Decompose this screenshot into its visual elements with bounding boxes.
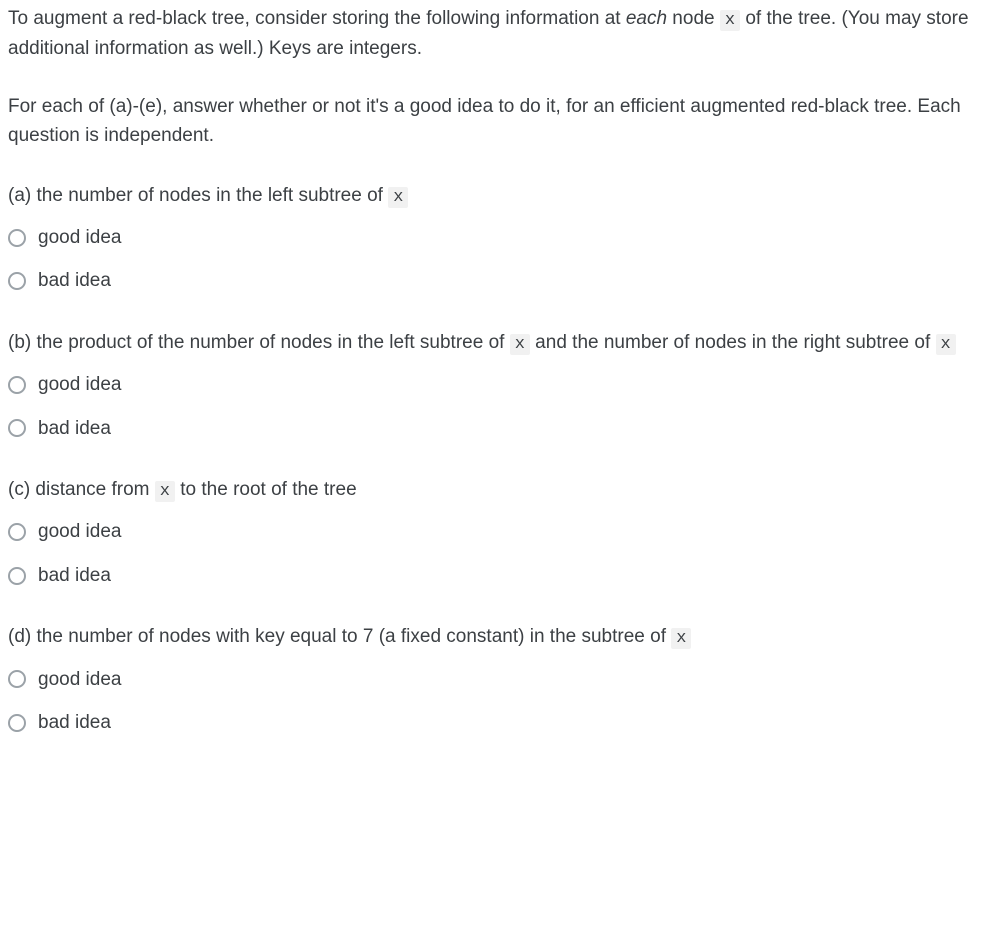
option-label-bad: bad idea [38,561,111,590]
option-a-good[interactable]: good idea [8,223,984,252]
question-d-prefix: (d) the number of nodes with key equal t… [8,626,671,647]
radio-icon [8,567,26,585]
question-d-text: (d) the number of nodes with key equal t… [8,622,984,652]
option-c-good[interactable]: good idea [8,517,984,546]
option-label-bad: bad idea [38,266,111,295]
option-label-good: good idea [38,223,121,252]
question-a: (a) the number of nodes in the left subt… [8,181,984,296]
code-var-x: x [388,187,408,208]
option-label-good: good idea [38,517,121,546]
option-d-good[interactable]: good idea [8,665,984,694]
question-a-prefix: (a) the number of nodes in the left subt… [8,185,388,206]
code-var-x: x [720,10,740,31]
radio-icon [8,272,26,290]
option-label-bad: bad idea [38,708,111,737]
question-a-text: (a) the number of nodes in the left subt… [8,181,984,211]
question-c-suffix: to the root of the tree [175,479,357,500]
radio-icon [8,523,26,541]
option-c-bad[interactable]: bad idea [8,561,984,590]
radio-icon [8,670,26,688]
question-c: (c) distance from x to the root of the t… [8,475,984,590]
intro-text-1: To augment a red-black tree, consider st… [8,8,626,29]
radio-icon [8,229,26,247]
radio-icon [8,714,26,732]
question-b: (b) the product of the number of nodes i… [8,328,984,443]
option-d-bad[interactable]: bad idea [8,708,984,737]
intro-text-2: node [667,8,720,29]
option-label-good: good idea [38,665,121,694]
question-b-mid: and the number of nodes in the right sub… [530,332,936,353]
code-var-x: x [155,481,175,502]
code-var-x: x [936,334,956,355]
sub-intro-paragraph: For each of (a)-(e), answer whether or n… [8,92,984,151]
question-c-prefix: (c) distance from [8,479,155,500]
question-c-text: (c) distance from x to the root of the t… [8,475,984,505]
radio-icon [8,376,26,394]
intro-paragraph: To augment a red-black tree, consider st… [8,4,984,64]
option-b-good[interactable]: good idea [8,370,984,399]
radio-icon [8,419,26,437]
code-var-x: x [510,334,530,355]
option-label-good: good idea [38,370,121,399]
intro-emph: each [626,8,667,29]
question-b-text: (b) the product of the number of nodes i… [8,328,984,358]
option-label-bad: bad idea [38,414,111,443]
code-var-x: x [671,628,691,649]
option-a-bad[interactable]: bad idea [8,266,984,295]
option-b-bad[interactable]: bad idea [8,414,984,443]
question-b-prefix: (b) the product of the number of nodes i… [8,332,510,353]
question-d: (d) the number of nodes with key equal t… [8,622,984,737]
